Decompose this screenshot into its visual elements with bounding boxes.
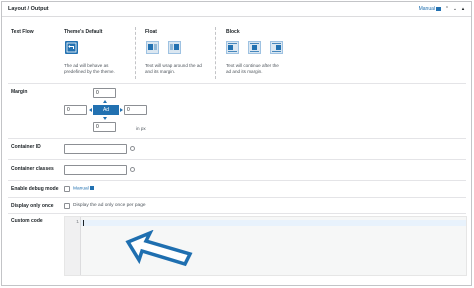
row-divider (8, 83, 466, 84)
margin-bottom-arrow-icon (103, 117, 107, 120)
container-id-label: Container ID (11, 144, 41, 150)
external-link-icon (89, 186, 94, 190)
line-number: 1 (76, 220, 79, 225)
layout-output-panel: Layout / Output Manual ⌃ ⌄ ▴ Text Flow T… (1, 1, 472, 286)
block-left-icon (228, 43, 237, 52)
margin-top-input[interactable]: 0 (93, 88, 116, 98)
custom-code-label: Custom code (11, 218, 43, 224)
option-default-desc-2: predefined by the theme. (64, 69, 115, 74)
margin-top-arrow-icon (103, 100, 107, 103)
row-divider (8, 138, 466, 139)
text-flow-label: Text Flow (11, 29, 34, 35)
header-manual-link[interactable]: Manual (419, 6, 441, 12)
margin-left-input[interactable]: 0 (64, 105, 87, 115)
row-divider (8, 197, 466, 198)
option-float-title: Float (145, 29, 157, 35)
panel-header: Layout / Output Manual ⌃ ⌄ ▴ (2, 2, 471, 17)
option-float-desc-2: and its margin. (145, 69, 176, 74)
active-line-highlight (81, 220, 466, 226)
margin-left-arrow-icon (89, 107, 92, 112)
debug-mode-label: Enable debug mode (11, 186, 59, 192)
block-right-tile[interactable] (270, 41, 283, 54)
debug-manual-link[interactable]: Manual (73, 186, 94, 192)
text-cursor (83, 220, 84, 226)
option-block-title: Block (226, 29, 240, 35)
display-once-checkbox[interactable] (64, 203, 70, 209)
panel-title: Layout / Output (8, 6, 49, 12)
float-left-tile[interactable] (146, 41, 159, 54)
float-right-icon (170, 44, 179, 50)
block-left-tile[interactable] (226, 41, 239, 54)
display-once-checkbox-label: Display the ad only once per page (73, 203, 146, 208)
margin-right-input[interactable]: 0 (124, 105, 147, 115)
margin-right-arrow-icon (120, 107, 123, 112)
block-center-tile[interactable] (248, 41, 261, 54)
row-divider (8, 180, 466, 181)
option-default-title: Theme's Default (64, 29, 103, 35)
margin-unit-label: in px (136, 126, 146, 131)
option-default-tile[interactable] (65, 41, 78, 54)
option-divider (215, 27, 216, 79)
float-left-icon (148, 44, 157, 50)
manual-link-label: Manual (418, 6, 435, 12)
row-divider (8, 159, 466, 160)
collapse-toggle-icon[interactable]: ▴ (460, 6, 466, 12)
float-right-tile[interactable] (168, 41, 181, 54)
block-right-icon (272, 43, 281, 52)
pointer-arrow-icon (125, 230, 193, 267)
margin-label: Margin (11, 89, 28, 95)
external-link-icon (436, 6, 441, 11)
undo-arrow-icon (66, 42, 77, 53)
move-down-icon[interactable]: ⌄ (452, 6, 458, 12)
debug-mode-checkbox[interactable] (64, 186, 70, 192)
block-center-icon (250, 43, 259, 52)
ad-preview-box: Ad (93, 105, 119, 115)
container-id-input[interactable] (64, 144, 127, 154)
container-classes-input[interactable] (64, 165, 127, 175)
debug-manual-label: Manual (73, 186, 89, 192)
option-divider (135, 27, 136, 79)
move-up-icon[interactable]: ⌃ (444, 6, 450, 12)
margin-bottom-input[interactable]: 0 (93, 122, 116, 132)
help-icon[interactable] (130, 146, 135, 151)
line-number-gutter: 1 (65, 217, 81, 275)
help-icon[interactable] (130, 167, 135, 172)
row-divider (8, 213, 466, 214)
container-classes-label: Container classes (11, 166, 54, 172)
option-block-desc-2: ad and its margin. (226, 69, 263, 74)
display-once-label: Display only once (11, 203, 54, 209)
